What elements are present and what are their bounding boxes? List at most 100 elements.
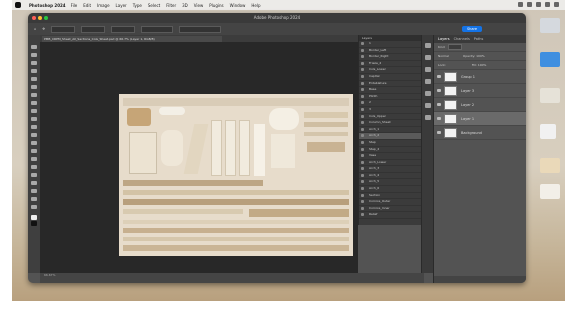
eye-icon[interactable]: [361, 74, 364, 78]
eye-icon[interactable]: [361, 200, 364, 204]
crop-tool[interactable]: [31, 77, 37, 81]
eye-icon[interactable]: [361, 180, 364, 184]
visibility-eye-icon[interactable]: [437, 89, 441, 92]
layer-row[interactable]: Layer 2: [434, 98, 526, 112]
canvas-area[interactable]: [40, 42, 358, 273]
eye-icon[interactable]: [361, 48, 364, 52]
layer-list-item[interactable]: Step_2: [359, 147, 421, 154]
tab-layers[interactable]: Layers: [438, 37, 450, 41]
auto-select-field[interactable]: [51, 25, 76, 33]
clone-stamp-tool[interactable]: [31, 117, 37, 121]
menu-app-name[interactable]: Photoshop 2024: [29, 3, 66, 8]
home-icon[interactable]: ⌂: [34, 27, 36, 31]
menu-select[interactable]: Select: [148, 3, 160, 8]
menu-image[interactable]: Image: [97, 3, 110, 8]
foreground-color-swatch[interactable]: [31, 215, 37, 220]
layer-list-item[interactable]: Step: [359, 140, 421, 147]
move-tool[interactable]: [31, 45, 37, 49]
document-icon[interactable]: [540, 124, 556, 139]
eye-icon[interactable]: [361, 68, 364, 72]
eye-icon[interactable]: [361, 55, 364, 59]
menu-3d[interactable]: 3D: [182, 3, 188, 8]
zoom-tool[interactable]: [31, 205, 37, 209]
transform-controls-toggle[interactable]: [111, 25, 136, 33]
gradient-tool[interactable]: [31, 141, 37, 145]
tab-channels[interactable]: Channels: [454, 37, 470, 41]
eye-icon[interactable]: [361, 206, 364, 210]
quick-select-tool[interactable]: [31, 69, 37, 73]
layer-row[interactable]: Layer 1: [434, 112, 526, 126]
opacity-field[interactable]: Opacity: 100%: [463, 54, 485, 58]
visibility-eye-icon[interactable]: [437, 103, 441, 106]
document-canvas[interactable]: [119, 94, 353, 256]
layer-list-item[interactable]: Arch_5: [359, 179, 421, 187]
lasso-tool[interactable]: [31, 61, 37, 65]
layer-list-item[interactable]: Arch_4: [359, 173, 421, 180]
menu-help[interactable]: Help: [251, 3, 260, 8]
menu-plugins[interactable]: Plugins: [209, 3, 223, 8]
menu-view[interactable]: View: [194, 3, 204, 8]
layer-list-item[interactable]: Border_Left: [359, 48, 421, 55]
background-color-swatch[interactable]: [31, 221, 37, 226]
layer-row[interactable]: Layer 3: [434, 84, 526, 98]
eye-icon[interactable]: [361, 154, 364, 158]
history-brush-tool[interactable]: [31, 125, 37, 129]
layer-dropdown[interactable]: [81, 25, 106, 33]
eye-icon[interactable]: [361, 88, 364, 92]
properties-icon[interactable]: [425, 55, 431, 60]
eye-icon[interactable]: [361, 193, 364, 197]
layer-row[interactable]: Group 1: [434, 70, 526, 84]
eyedropper-tool[interactable]: [31, 93, 37, 97]
layer-list-item[interactable]: Arch_2: [359, 133, 421, 140]
layer-list-item[interactable]: Cols_Lower: [359, 67, 421, 74]
wifi-icon[interactable]: [527, 2, 532, 7]
layer-list-item[interactable]: Border_Right: [359, 54, 421, 61]
zoom-level[interactable]: 66.67%: [44, 273, 55, 277]
eye-icon[interactable]: [361, 121, 364, 125]
menu-type[interactable]: Type: [133, 3, 142, 8]
type-tool[interactable]: [31, 173, 37, 177]
history-icon[interactable]: [425, 43, 431, 48]
menu-edit[interactable]: Edit: [83, 3, 91, 8]
layer-list-item[interactable]: Arch_6: [359, 186, 421, 193]
move-tool-icon[interactable]: ✥: [42, 27, 45, 31]
image-file-icon[interactable]: [540, 158, 560, 173]
frame-tool[interactable]: [31, 85, 37, 89]
eye-icon[interactable]: [361, 160, 364, 164]
menu-filter[interactable]: Filter: [166, 3, 176, 8]
eraser-tool[interactable]: [31, 133, 37, 137]
layer-list-item[interactable]: Vase: [359, 153, 421, 160]
eye-icon[interactable]: [361, 187, 364, 191]
eye-icon[interactable]: [361, 61, 364, 65]
pen-tool[interactable]: [31, 165, 37, 169]
layer-list-item[interactable]: 2: [359, 100, 421, 107]
eye-icon[interactable]: [361, 81, 364, 85]
layer-list-item[interactable]: Cols_Upper: [359, 114, 421, 121]
layer-list-item[interactable]: Arch_3: [359, 166, 421, 173]
shape-tool[interactable]: [31, 189, 37, 193]
layer-list-item[interactable]: Entablature: [359, 81, 421, 88]
eye-icon[interactable]: [361, 173, 364, 177]
battery-icon[interactable]: [536, 2, 541, 7]
layer-list-item[interactable]: Column_Sheet: [359, 120, 421, 127]
eye-icon[interactable]: [361, 134, 364, 138]
menu-window[interactable]: Window: [230, 3, 246, 8]
libraries-icon[interactable]: [425, 79, 431, 84]
align-buttons[interactable]: [141, 25, 174, 33]
layer-list-item[interactable]: Arch_Lower: [359, 160, 421, 167]
layer-list-item[interactable]: 1: [359, 41, 421, 48]
eye-icon[interactable]: [361, 127, 364, 131]
eye-icon[interactable]: [361, 114, 364, 118]
fill-field[interactable]: Fill: 100%: [472, 63, 487, 67]
image-file-icon-2[interactable]: [540, 184, 560, 199]
control-center-icon[interactable]: [518, 2, 523, 7]
visibility-eye-icon[interactable]: [437, 75, 441, 78]
eye-icon[interactable]: [361, 42, 364, 45]
adjustments-icon[interactable]: [425, 67, 431, 72]
hand-tool[interactable]: [31, 197, 37, 201]
layer-list-item[interactable]: Capital: [359, 74, 421, 81]
healing-brush-tool[interactable]: [31, 101, 37, 105]
swatches-icon[interactable]: [425, 91, 431, 96]
eye-icon[interactable]: [361, 167, 364, 171]
blend-mode-dropdown[interactable]: Normal: [438, 54, 449, 58]
